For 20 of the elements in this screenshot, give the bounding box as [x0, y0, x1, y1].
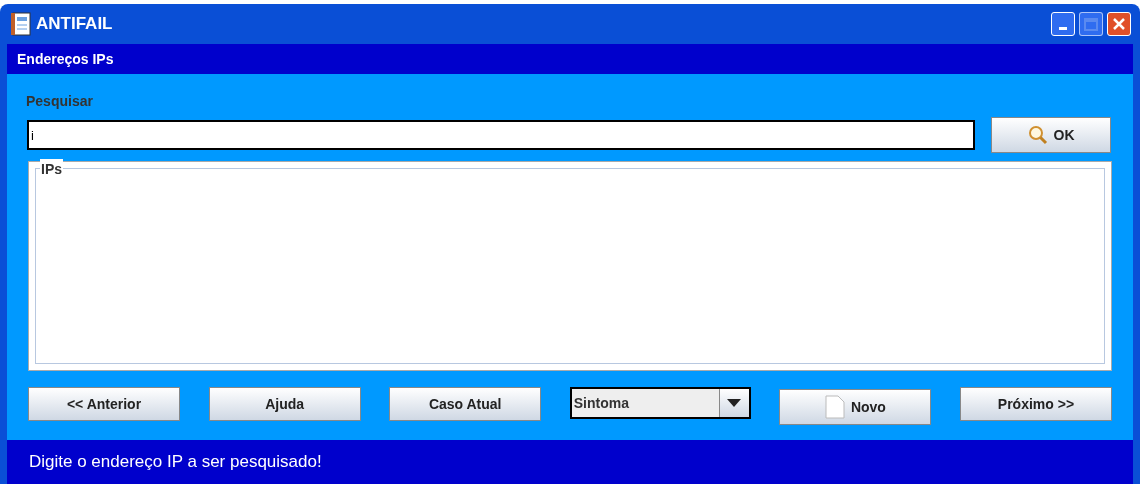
notebook-icon: [10, 12, 32, 36]
new-button[interactable]: Novo: [779, 389, 932, 425]
search-icon: [1027, 125, 1048, 145]
minimize-button[interactable]: [1051, 12, 1075, 36]
close-button[interactable]: [1107, 12, 1131, 36]
category-dropdown[interactable]: Sintoma: [569, 387, 751, 419]
window-title: ANTIFAIL: [36, 13, 114, 36]
close-icon: [1112, 17, 1126, 31]
action-button[interactable]: << Anterior: [28, 387, 180, 421]
status-text: Digite o endereço IP a ser pesquisado!: [29, 451, 322, 474]
search-field[interactable]: i: [27, 120, 975, 150]
panel-header: Endereços IPs: [17, 49, 114, 69]
action-button[interactable]: Ajuda: [208, 387, 361, 421]
document-icon: [824, 395, 845, 419]
maximize-button[interactable]: [1079, 12, 1103, 36]
search-button[interactable]: OK: [991, 117, 1111, 153]
action-button[interactable]: Próximo >>: [959, 387, 1112, 421]
caret-icon: [727, 399, 742, 407]
action-button[interactable]: Caso Atual: [389, 387, 542, 421]
search-label: Pesquisar: [26, 92, 94, 111]
